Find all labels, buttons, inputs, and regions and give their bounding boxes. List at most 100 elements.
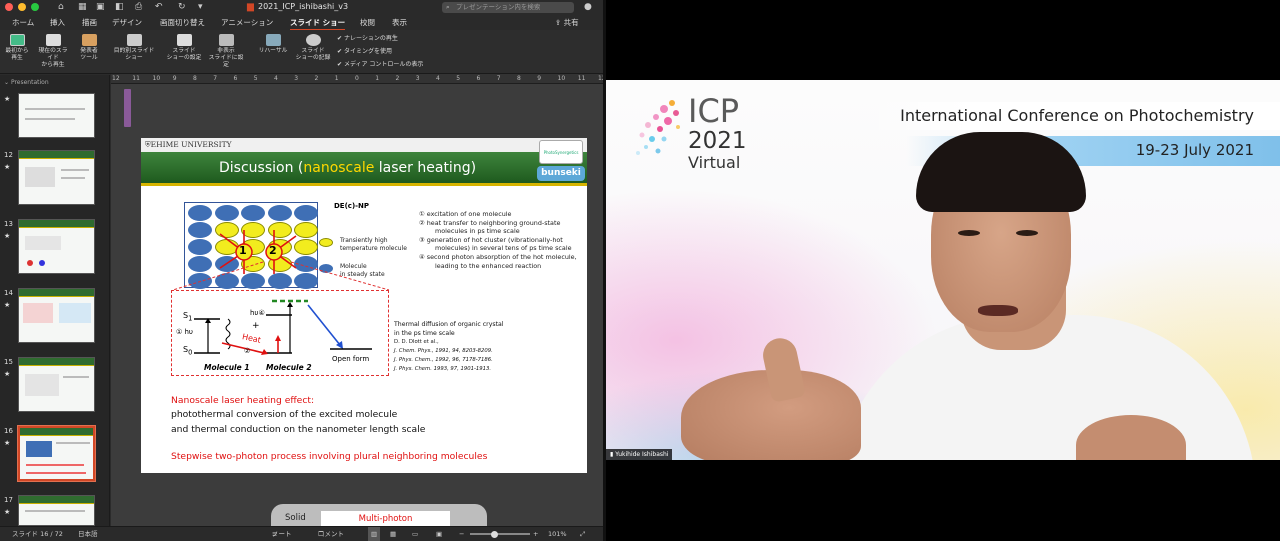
slide-thumbnail[interactable] [18,219,95,274]
ruler-tick: 3 [294,75,299,82]
slide-sorter-icon[interactable]: ▦ [390,527,396,541]
tab-insert[interactable]: 挿入 [50,17,65,28]
presenter-mouth [978,305,1018,316]
play-current-button[interactable]: 現在のスライド から再生 [36,34,70,69]
ruler-tick: 2 [314,75,319,82]
ruler-tick: 5 [253,75,258,82]
presenter-view-label: 発表者 ツール [80,48,98,61]
play-from-start-button[interactable]: 最初から 再生 [0,34,34,62]
references: Thermal diffusion of organic crystal in … [394,320,504,374]
tab-home[interactable]: ホーム [12,17,34,28]
share-label: 共有 [563,18,579,27]
home-icon[interactable]: ⌂ [58,1,64,13]
s1-label: S1 [183,311,193,323]
slide-thumbnail-selected[interactable] [17,425,96,482]
undo-icon[interactable]: ↶ [155,1,163,13]
ruler-tick: 3 [415,75,420,82]
conclusion-text: Stepwise two-photon process involving pl… [171,451,488,462]
normal-view-icon[interactable]: ▥ [368,527,381,541]
ruler-tick: 11 [577,75,586,82]
slide-thumbnails-pane[interactable]: ⌄ Presentation ★ 12 ★ 13 ★ 14 ★ 15 ★ 16 … [0,75,110,526]
tab-animations[interactable]: アニメーション [221,17,273,28]
star-icon: ★ [4,439,11,447]
quick-print-icon[interactable]: ◧ [115,1,124,13]
title-bar: ⌂ ▦ ▣ ◧ ⎙ ↶ ↻ ▾ ▆ 2021_ICP_ishibashi_v3 … [0,0,603,15]
ruler-tick: 0 [355,75,359,82]
minimize-window-icon[interactable] [18,3,26,11]
slide-16[interactable]: ⛨EHIME UNIVERSITY Discussion (nanoscale … [141,138,587,473]
star-icon: ★ [4,95,11,103]
ruler-tick: 11 [132,75,140,82]
slide-thumbnail[interactable] [18,288,95,343]
play-current-label: 現在のスライド から再生 [38,48,68,68]
language-indicator[interactable]: 日本語 [78,527,98,541]
multi-photon-label: Multi-photon [321,511,450,526]
play-narration-checkbox[interactable]: ✔ ナレーションの再生 [337,33,398,42]
account-icon[interactable]: ● [584,1,592,13]
setup-show-button[interactable]: スライド ショーの設定 [164,34,204,62]
zoom-in-icon[interactable]: + [533,527,538,541]
slide-number: 13 [4,220,13,228]
tab-view[interactable]: 表示 [392,17,407,28]
slide-number: 12 [4,151,13,159]
ruler-tick: 7 [496,75,501,82]
screen: ⌂ ▦ ▣ ◧ ⎙ ↶ ↻ ▾ ▆ 2021_ICP_ishibashi_v3 … [0,0,1280,541]
reference-authors: D. D. Dlott et al., [394,339,439,345]
hide-slide-button[interactable]: 非表示 スライドに設定 [206,34,246,69]
slide-number: 16 [4,427,13,435]
notes-label: ノート [272,530,292,538]
checkmark-icon: ✔ [337,61,344,68]
rehearse-icon [265,34,281,46]
powerpoint-window: ⌂ ▦ ▣ ◧ ⎙ ↶ ↻ ▾ ▆ 2021_ICP_ishibashi_v3 … [0,0,603,541]
fit-to-window-icon[interactable]: ⤢ [580,527,585,541]
horizontal-ruler: 1211109876543210123456789101112 [111,74,603,84]
zoom-slider[interactable] [470,533,530,535]
zoom-out-icon[interactable]: − [459,527,464,541]
slideshow-view-icon[interactable]: ▣ [436,527,442,541]
conference-dates: 19-23 July 2021 [1135,141,1254,159]
slide-thumbnail[interactable] [18,495,95,526]
solid-label: Solid [285,513,306,523]
ruler-tick: 12 [112,75,120,82]
open-form-label: Open form [332,355,370,363]
tab-slideshow[interactable]: スライド ショー [290,17,346,31]
zoom-slider-knob[interactable] [491,531,498,538]
presenter-view-button[interactable]: 発表者 ツール [72,34,106,62]
s0-label: S0 [183,345,193,357]
use-timings-checkbox[interactable]: ✔ タイミングを使用 [337,46,392,55]
zoom-window-icon[interactable] [31,3,39,11]
share-icon: ⇪ [555,18,564,27]
slide-thumbnail[interactable] [18,357,95,412]
close-window-icon[interactable] [5,3,13,11]
grid-icon[interactable]: ▦ [78,1,87,13]
ruler-tick: 7 [213,75,218,82]
tab-draw[interactable]: 描画 [82,17,97,28]
tab-design[interactable]: デザイン [112,17,142,28]
customize-toolbar-icon[interactable]: ▾ [198,1,203,13]
custom-show-icon [126,34,142,46]
search-icon: ⌕ [446,3,450,11]
custom-show-button[interactable]: 目的別スライド ショー [112,34,156,62]
print-icon[interactable]: ⎙ [135,1,142,13]
redo-icon[interactable]: ↻ [178,1,186,13]
ruler-tick: 4 [274,75,278,82]
reference-heading-1: Thermal diffusion of organic crystal [394,321,504,328]
tab-transitions[interactable]: 画面切り替え [160,17,205,28]
reading-view-icon[interactable]: ▭ [412,527,418,541]
ruler-tick: 9 [172,75,177,82]
placeholder-handle [124,89,131,127]
search-input[interactable]: ⌕ プレゼンテーション内を検索 [442,2,574,13]
play-from-start-icon [9,34,25,46]
record-show-button[interactable]: スライド ショーの記録 [294,34,332,62]
star-icon: ★ [4,163,11,171]
media-controls-checkbox[interactable]: ✔ メディア コントロールの表示 [337,59,423,68]
tab-review[interactable]: 校閲 [360,17,375,28]
slide-thumbnail[interactable] [18,150,95,205]
icp-logo-virtual: Virtual [688,153,741,172]
save-icon[interactable]: ▣ [96,1,105,13]
slide-thumbnail[interactable] [18,93,95,138]
share-button[interactable]: ⇪ 共有 [555,17,579,28]
heat-step-number: ② [244,347,251,355]
ruler-tick: 1 [334,75,339,82]
rehearse-button[interactable]: リハーサル [256,34,290,55]
